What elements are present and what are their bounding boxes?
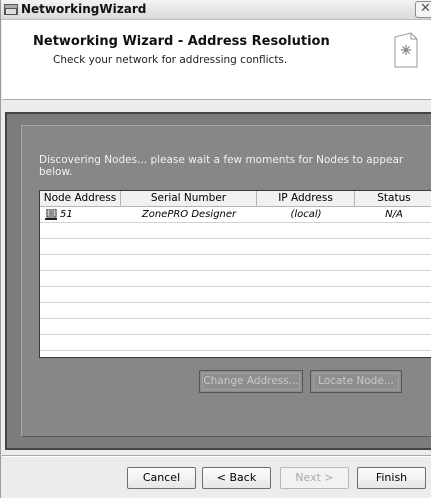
finish-button[interactable]: Finish xyxy=(357,467,426,489)
title-bar[interactable]: NetworkingWizard ✕ xyxy=(1,0,431,20)
page-subtitle: Check your network for addressing confli… xyxy=(53,54,288,66)
table-row-empty xyxy=(40,239,431,255)
serial-number-cell: ZonePRO Designer xyxy=(141,209,237,220)
cancel-button[interactable]: Cancel xyxy=(127,467,196,489)
table-row-empty xyxy=(40,319,431,335)
button-inner-border xyxy=(313,373,399,390)
networking-wizard-window: NetworkingWizard ✕ Networking Wizard - A… xyxy=(0,0,431,498)
column-header-ip-address[interactable]: IP Address xyxy=(257,191,355,206)
table-row-empty xyxy=(40,335,431,351)
table-row-empty xyxy=(40,287,431,303)
column-header-node-address[interactable]: Node Address xyxy=(40,191,121,206)
change-address-button[interactable]: Change Address... xyxy=(199,370,303,393)
back-button[interactable]: < Back xyxy=(202,467,271,489)
table-row-empty xyxy=(40,223,431,239)
table-header: Node Address Serial Number IP Address St… xyxy=(40,191,431,207)
ip-address-cell: (local) xyxy=(290,209,322,220)
locate-node-button[interactable]: Locate Node... xyxy=(310,370,402,393)
column-header-serial-number[interactable]: Serial Number xyxy=(121,191,257,206)
footer-divider-highlight xyxy=(2,456,431,457)
button-inner-border xyxy=(202,373,300,390)
status-cell: N/A xyxy=(385,209,403,220)
page-title: Networking Wizard - Address Resolution xyxy=(33,34,330,49)
table-row-empty xyxy=(40,255,431,271)
wizard-document-icon xyxy=(394,32,418,68)
network-app-icon xyxy=(4,4,18,15)
next-button[interactable]: Next > xyxy=(280,467,349,489)
node-address-cell: 51 xyxy=(60,209,73,220)
window-title: NetworkingWizard xyxy=(21,2,147,16)
column-header-status[interactable]: Status xyxy=(355,191,431,206)
nodes-table[interactable]: Node Address Serial Number IP Address St… xyxy=(39,190,431,358)
table-row-empty xyxy=(40,303,431,319)
discovering-message: Discovering Nodes... please wait a few m… xyxy=(39,154,404,178)
table-row[interactable]: 51 ZonePRO Designer (local) N/A xyxy=(40,207,431,223)
close-icon: ✕ xyxy=(420,1,431,16)
close-button[interactable]: ✕ xyxy=(415,1,431,18)
table-row-empty xyxy=(40,271,431,287)
